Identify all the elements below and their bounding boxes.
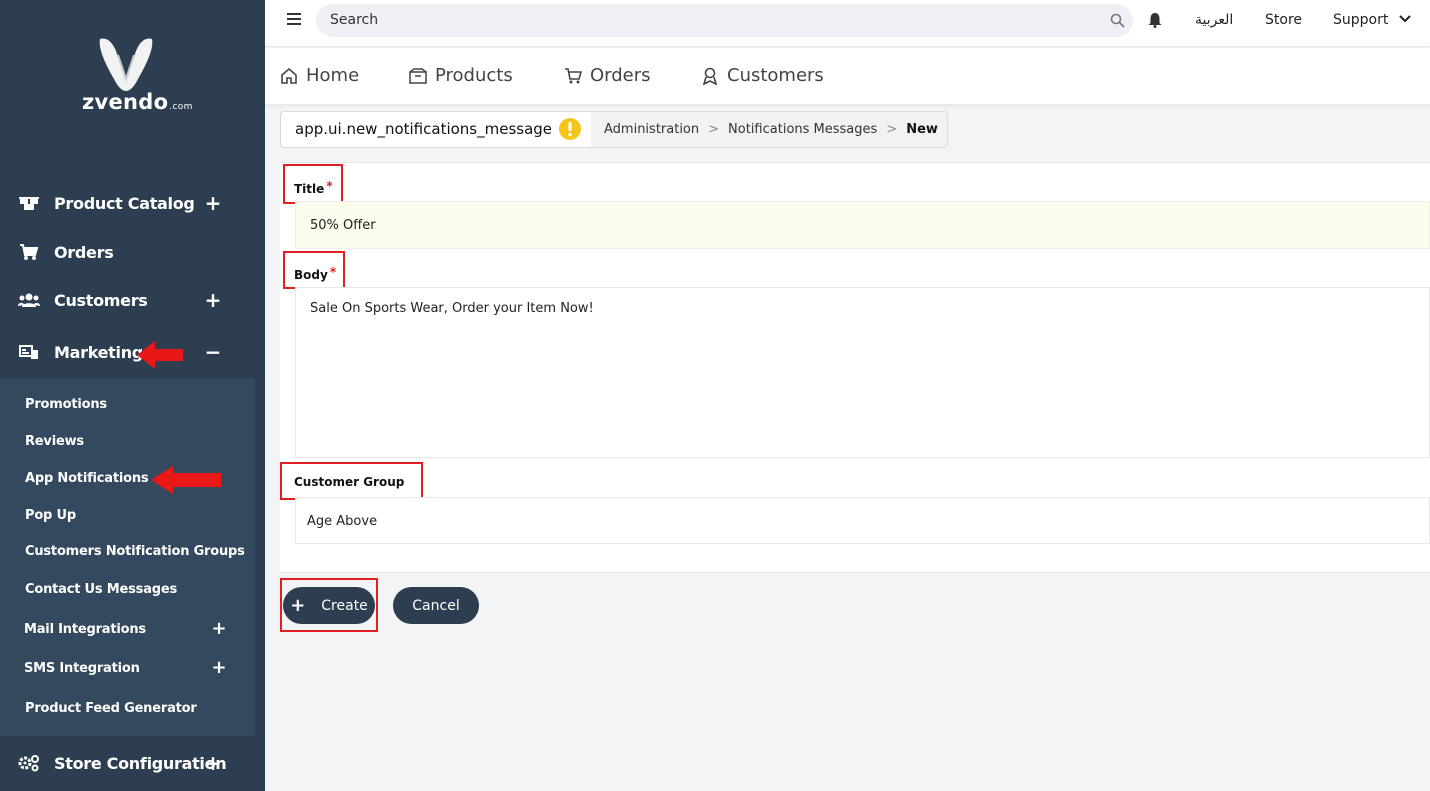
expand-icon[interactable]: +: [204, 290, 222, 310]
marketing-submenu: Promotions Reviews App Notifications Pop…: [0, 378, 255, 736]
nav-home-label: Home: [306, 65, 360, 86]
warning-icon: [559, 118, 581, 140]
submenu-item-product-feed-generator[interactable]: Product Feed Generator: [25, 701, 197, 716]
submenu-item-customers-notification-groups[interactable]: Customers Notification Groups: [25, 544, 245, 559]
sidebar-item-label: Customers: [54, 290, 148, 310]
chevron-right-icon: >: [708, 122, 720, 137]
support-menu[interactable]: Support: [1333, 12, 1411, 28]
store-link[interactable]: Store: [1265, 12, 1302, 28]
expand-icon[interactable]: +: [210, 657, 228, 678]
nav-orders-label: Orders: [590, 65, 651, 86]
submenu-item-contact-us-messages[interactable]: Contact Us Messages: [25, 582, 177, 597]
breadcrumb: Administration > Notifications Messages …: [604, 122, 938, 137]
sidebar-item-label: Store Configuration: [54, 753, 227, 773]
submenu-item-mail-integrations[interactable]: Mail Integrations: [24, 622, 146, 637]
sidebar-item-marketing[interactable]: Marketing −: [0, 332, 265, 372]
breadcrumb-notifications-messages[interactable]: Notifications Messages: [728, 122, 877, 137]
page-title-box: app.ui.new_notifications_message: [281, 112, 591, 147]
breadcrumb-administration[interactable]: Administration: [604, 122, 699, 137]
zvendo-logo[interactable]: zvendo.com: [82, 30, 192, 125]
collapse-icon[interactable]: −: [204, 342, 222, 362]
home-icon: [281, 67, 297, 84]
sidebar-item-label: Product Catalog: [54, 193, 195, 213]
chevron-right-icon: >: [886, 122, 898, 137]
expand-icon[interactable]: +: [210, 618, 228, 639]
sidebar-item-label: Orders: [54, 242, 114, 262]
main-nav: Home Products Orders Customers: [265, 48, 1430, 104]
hamburger-menu-icon[interactable]: [287, 13, 301, 25]
highlight-title-box: [283, 164, 343, 204]
logo-text: zvendo.com: [82, 90, 193, 114]
sidebar-item-store-configuration[interactable]: Store Configuration +: [0, 743, 265, 783]
highlight-customer-group-box: [280, 462, 423, 500]
submenu-item-pop-up[interactable]: Pop Up: [25, 508, 76, 523]
nav-orders[interactable]: Orders: [564, 65, 651, 86]
marketing-icon: [18, 343, 40, 361]
breadcrumb-bar: app.ui.new_notifications_message Adminis…: [280, 111, 948, 148]
sidebar-item-label: Marketing: [54, 342, 143, 362]
cart-icon: [18, 243, 40, 261]
users-icon: [18, 291, 40, 309]
submenu-item-reviews[interactable]: Reviews: [25, 434, 84, 449]
red-arrow-annotation-icon: [137, 341, 183, 369]
submenu-item-sms-integration[interactable]: SMS Integration: [24, 661, 140, 676]
breadcrumb-current: New: [906, 122, 938, 137]
sidebar-item-orders[interactable]: Orders: [0, 232, 265, 272]
red-arrow-annotation-icon: [151, 466, 221, 494]
search-icon[interactable]: [1110, 13, 1125, 28]
cancel-button[interactable]: Cancel: [393, 587, 479, 624]
search-box: [316, 4, 1133, 37]
highlight-body-box: [283, 251, 345, 289]
search-input[interactable]: [330, 10, 1090, 30]
gears-icon: [18, 754, 40, 772]
submenu-item-app-notifications[interactable]: App Notifications: [25, 471, 149, 486]
bell-icon[interactable]: [1148, 12, 1162, 28]
expand-icon[interactable]: +: [204, 193, 222, 213]
chevron-down-icon: [1399, 15, 1411, 23]
language-switch-link[interactable]: العربية: [1195, 12, 1233, 28]
box-icon: [409, 67, 427, 84]
support-label: Support: [1333, 12, 1389, 28]
title-input[interactable]: [295, 201, 1430, 249]
page-title: app.ui.new_notifications_message: [295, 120, 553, 138]
top-bar: العربية Store Support: [265, 0, 1430, 47]
body-textarea[interactable]: Sale On Sports Wear, Order your Item Now…: [295, 287, 1430, 458]
sidebar: zvendo.com Product Catalog + Orders Cust…: [0, 0, 265, 791]
expand-icon[interactable]: +: [204, 753, 222, 773]
submenu-item-promotions[interactable]: Promotions: [25, 397, 107, 412]
cart-icon: [565, 67, 582, 83]
nav-customers-label: Customers: [727, 65, 824, 86]
highlight-create-box: [280, 578, 378, 632]
customer-group-select[interactable]: Age Above: [295, 497, 1430, 544]
sidebar-item-customers[interactable]: Customers +: [0, 280, 265, 320]
boxes-icon: [18, 194, 40, 212]
nav-products-label: Products: [435, 65, 513, 86]
nav-products[interactable]: Products: [409, 65, 513, 86]
nav-home[interactable]: Home: [280, 65, 359, 86]
user-badge-icon: [702, 67, 718, 85]
customer-group-value: Age Above: [307, 514, 378, 529]
cancel-label: Cancel: [412, 597, 460, 614]
nav-customers[interactable]: Customers: [701, 65, 824, 86]
logo-mark-icon: [99, 38, 153, 91]
sidebar-item-product-catalog[interactable]: Product Catalog +: [0, 183, 265, 223]
